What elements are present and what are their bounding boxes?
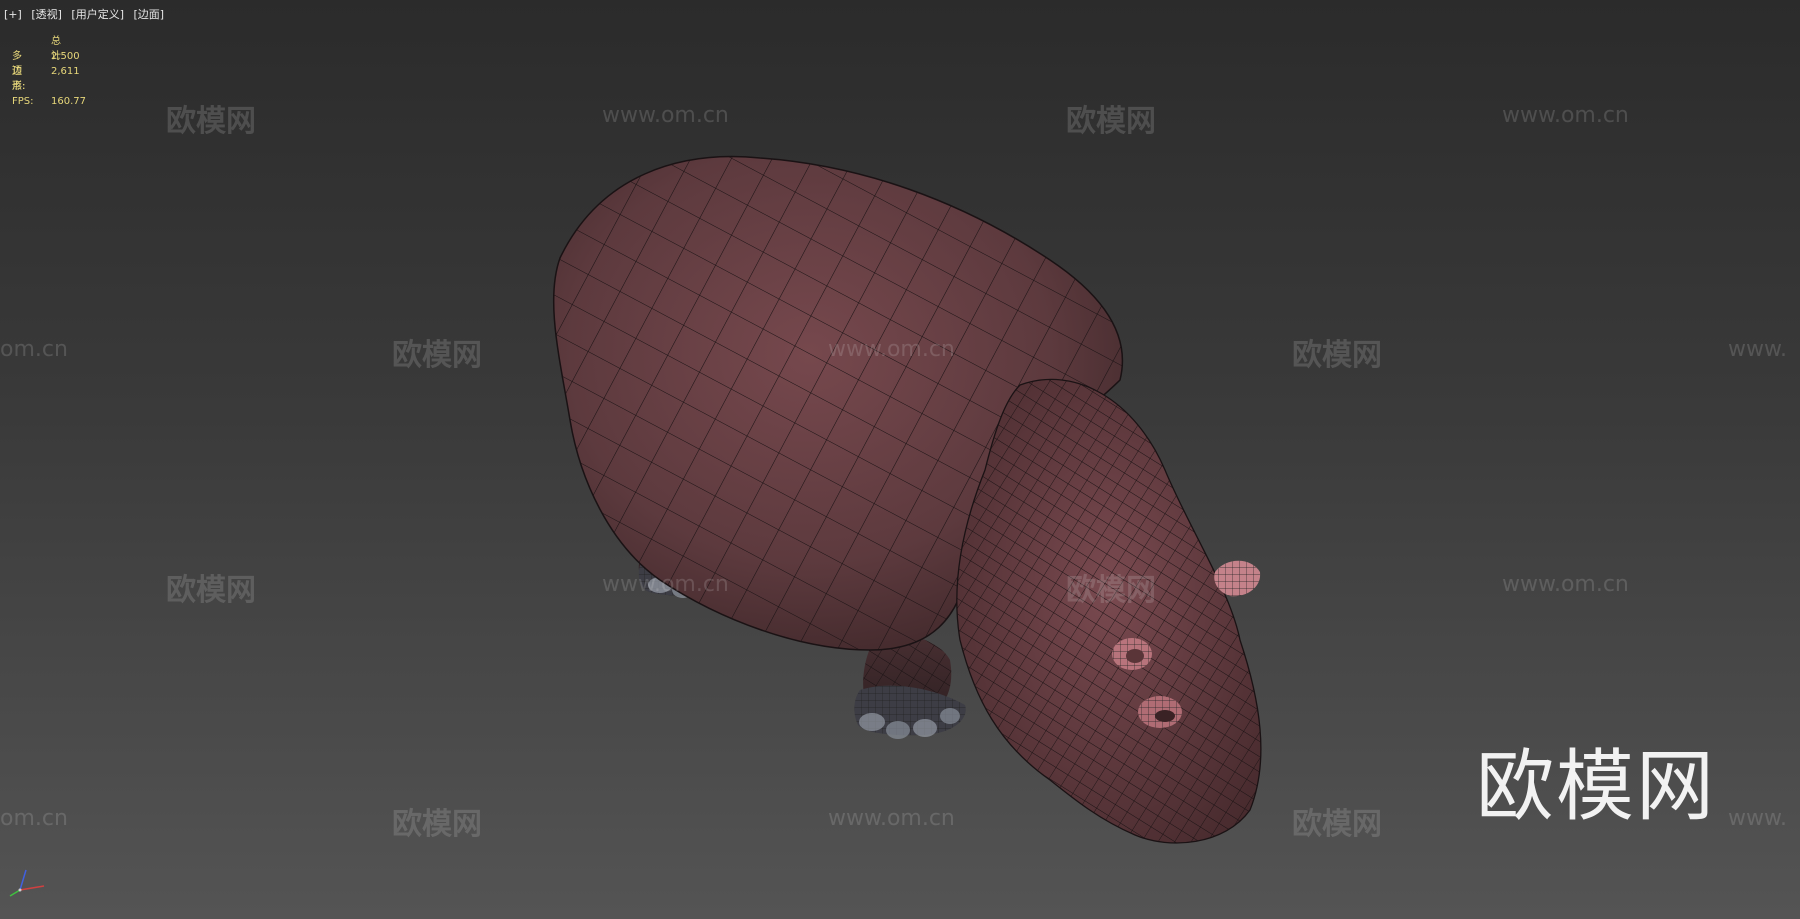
watermark-url-partial-4: www. [1728, 806, 1787, 831]
watermark-url-partial-3: om.cn [0, 806, 68, 831]
watermark-logo-6: 欧模网 [1066, 573, 1156, 608]
watermark-url-2: www.om.cn [1502, 103, 1629, 128]
watermark-url-5: www.om.cn [1502, 572, 1629, 597]
watermark-url-partial-1: om.cn [0, 337, 68, 362]
nostril [1138, 696, 1182, 728]
watermark-logo-5: 欧模网 [166, 573, 256, 608]
watermark-url-3: www.om.cn [828, 337, 955, 362]
brand-logo: 欧模网 [1476, 742, 1717, 832]
watermark-url-4: www.om.cn [602, 572, 729, 597]
eye [1112, 638, 1152, 670]
watermark-logo-7: 欧模网 [392, 807, 482, 842]
watermark-logo-3: 欧模网 [392, 338, 482, 373]
ear [1214, 560, 1261, 597]
watermark-logo-4: 欧模网 [1292, 338, 1382, 373]
watermark-logo-2: 欧模网 [1066, 104, 1156, 139]
xyz-axis-icon [9, 869, 45, 897]
watermark-logo-1: 欧模网 [166, 104, 256, 139]
watermark-url-6: www.om.cn [828, 806, 955, 831]
front-foot [854, 685, 966, 739]
watermark-url-partial-2: www. [1728, 337, 1787, 362]
watermark-logo-8: 欧模网 [1292, 807, 1382, 842]
watermark-url-1: www.om.cn [602, 103, 729, 128]
